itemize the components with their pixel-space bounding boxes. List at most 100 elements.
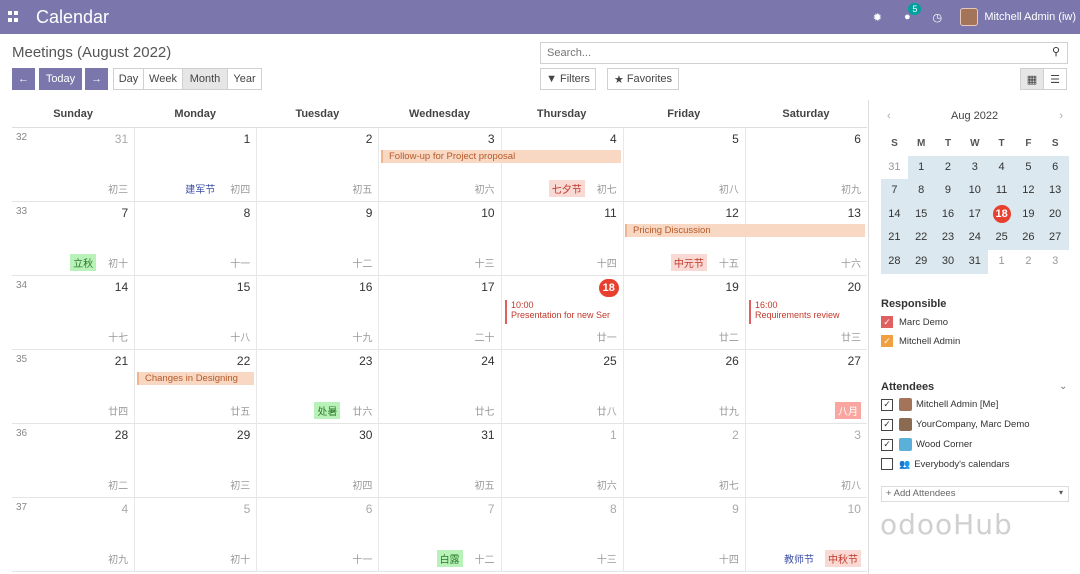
day-number[interactable]: 14 [115, 280, 128, 294]
calendar-view-icon[interactable]: ▦ [1020, 68, 1044, 90]
day-number[interactable]: 6 [366, 502, 373, 516]
add-attendees-select[interactable]: + Add Attendees [881, 486, 1069, 502]
day-number[interactable]: 31 [115, 132, 128, 146]
day-number[interactable]: 19 [725, 280, 738, 294]
day-number[interactable]: 23 [359, 354, 372, 368]
mini-day[interactable]: 27 [1041, 226, 1069, 250]
day-number[interactable]: 9 [366, 206, 373, 220]
day-number[interactable]: 7 [488, 502, 495, 516]
mini-day[interactable]: 21 [881, 226, 908, 250]
apps-menu-icon[interactable] [8, 11, 20, 23]
mini-day[interactable]: 25 [988, 226, 1015, 250]
app-title[interactable]: Calendar [36, 7, 109, 28]
event-changes-in-designing[interactable]: Changes in Designing [137, 372, 254, 385]
day-cell[interactable]: 23 廿六 处暑 [256, 350, 378, 424]
day-number[interactable]: 3 [854, 428, 861, 442]
day-cell[interactable]: 30 初四 [256, 424, 378, 498]
event-followup-project-proposal[interactable]: Follow-up for Project proposal [381, 150, 621, 163]
clock-icon[interactable]: ◷ [930, 10, 944, 24]
mini-day[interactable]: 29 [907, 249, 935, 274]
mini-day[interactable]: 10 [961, 179, 989, 203]
day-number[interactable]: 21 [115, 354, 128, 368]
mini-day[interactable]: 26 [1014, 226, 1042, 250]
attendee-mitchell-admin[interactable]: ✓ Mitchell Admin [Me] [881, 398, 998, 411]
day-cell[interactable]: 22 廿五 [134, 350, 256, 424]
checkbox[interactable]: ✓ [881, 418, 893, 431]
day-number[interactable]: 4 [610, 132, 617, 146]
mini-day[interactable]: 2 [934, 155, 962, 180]
day-cell[interactable]: 3 初六 [378, 128, 500, 202]
mini-calendar-month[interactable]: Aug 2022 [951, 110, 998, 122]
day-cell[interactable]: 35 21 廿四 [12, 350, 134, 424]
day-cell[interactable]: 11 十四 [500, 202, 623, 276]
day-cell[interactable]: 15 十八 [134, 276, 256, 350]
user-avatar[interactable] [960, 8, 979, 26]
filters-button[interactable]: ▼ Filters [540, 68, 596, 90]
day-cell[interactable]: 10 十三 [378, 202, 500, 276]
mini-day[interactable]: 31 [881, 156, 908, 180]
day-number[interactable]: 5 [732, 132, 739, 146]
search-icon[interactable]: ⚲ [1052, 45, 1060, 58]
day-cell[interactable]: 17 二十 [378, 276, 500, 350]
mini-day[interactable]: 3 [961, 155, 989, 180]
responsible-mitchell-admin[interactable]: ✓ Mitchell Admin [881, 335, 960, 347]
mini-day[interactable]: 28 [881, 249, 908, 274]
next-button[interactable]: → [85, 68, 108, 90]
mini-day[interactable]: 4 [988, 155, 1015, 180]
mini-day[interactable]: 12 [1014, 179, 1042, 203]
day-cell[interactable]: 32 31 初三 [12, 128, 134, 202]
day-number[interactable]: 22 [237, 354, 250, 368]
day-cell[interactable]: 6 十一 [256, 498, 378, 572]
day-number[interactable]: 11 [604, 206, 616, 220]
day-cell[interactable]: 8 十一 [134, 202, 256, 276]
day-number[interactable]: 1 [610, 428, 617, 442]
mini-day[interactable]: 1 [907, 155, 935, 180]
day-cell[interactable]: 1 初四 建军节 [134, 128, 256, 202]
day-number[interactable]: 9 [732, 502, 739, 516]
mini-day[interactable]: 11 [988, 179, 1015, 203]
event-presentation[interactable]: 10:00 Presentation for new Ser [505, 300, 621, 324]
checkbox[interactable]: ✓ [881, 438, 893, 451]
responsible-marc-demo[interactable]: ✓ Marc Demo [881, 316, 948, 328]
day-number[interactable]: 26 [725, 354, 738, 368]
day-number[interactable]: 12 [725, 206, 738, 220]
day-cell[interactable]: 36 28 初二 [12, 424, 134, 498]
day-cell[interactable]: 7 十二 白露 [378, 498, 500, 572]
day-number[interactable]: 6 [854, 132, 861, 146]
day-cell[interactable]: 12 十五 中元节 [622, 202, 745, 276]
day-cell[interactable]: 13 十六 [744, 202, 867, 276]
day-cell[interactable]: 9 十二 [256, 202, 378, 276]
attendee-yourcompany-marc-demo[interactable]: ✓ YourCompany, Marc Demo [881, 418, 1030, 431]
day-cell[interactable]: 26 廿九 [622, 350, 745, 424]
attendee-everybody[interactable]: 👥 Everybody's calendars [881, 458, 1010, 470]
day-number[interactable]: 8 [244, 206, 251, 220]
day-cell[interactable]: 4 初七 七夕节 [500, 128, 623, 202]
day-number[interactable]: 28 [115, 428, 128, 442]
mini-day[interactable]: 31 [961, 249, 989, 274]
day-number[interactable]: 8 [610, 502, 617, 516]
day-number[interactable]: 1 [244, 132, 251, 146]
day-cell[interactable]: 33 7 初十 立秋 [12, 202, 134, 276]
day-number[interactable]: 17 [481, 280, 494, 294]
day-number[interactable]: 15 [237, 280, 250, 294]
day-cell[interactable]: 24 廿七 [378, 350, 500, 424]
mini-day[interactable]: 20 [1041, 202, 1069, 227]
day-number[interactable]: 27 [848, 354, 861, 368]
day-number[interactable]: 7 [121, 206, 128, 220]
day-number[interactable]: 31 [481, 428, 494, 442]
mini-day[interactable]: 22 [907, 226, 935, 250]
mini-day[interactable]: 3 [1042, 250, 1069, 274]
day-number[interactable]: 2 [366, 132, 373, 146]
day-cell[interactable]: 19 廿二 [622, 276, 745, 350]
mini-day[interactable]: 24 [961, 226, 989, 250]
day-number[interactable]: 3 [488, 132, 495, 146]
day-cell[interactable]: 27 八月 [744, 350, 867, 424]
day-cell[interactable]: 25 廿八 [500, 350, 623, 424]
caret-down-icon[interactable]: ▾ [1059, 488, 1063, 497]
checkbox[interactable]: ✓ [881, 398, 893, 411]
day-number[interactable]: 30 [359, 428, 372, 442]
day-number[interactable]: 29 [237, 428, 250, 442]
day-cell[interactable]: 6 初九 [744, 128, 867, 202]
view-month-button[interactable]: Month [182, 68, 228, 90]
day-cell[interactable]: 5 初八 [622, 128, 745, 202]
